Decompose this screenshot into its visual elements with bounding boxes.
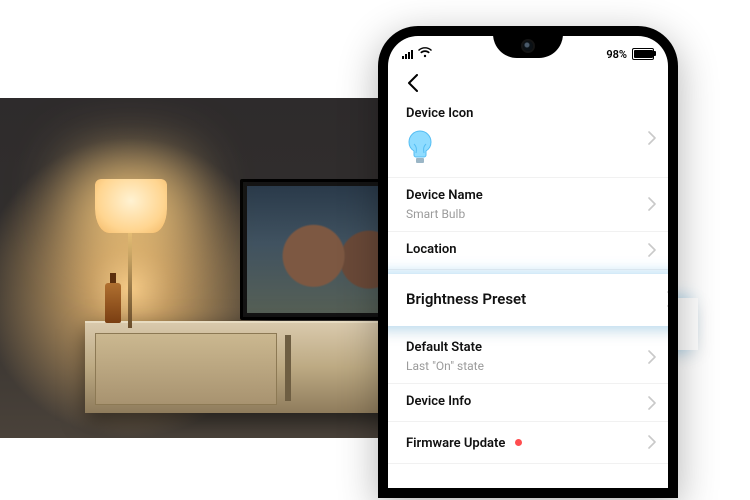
- chevron-right-icon: [648, 435, 656, 449]
- row-location[interactable]: Location: [388, 232, 668, 270]
- device-icon-label: Device Icon: [406, 106, 650, 123]
- row-device-icon[interactable]: Device Icon: [388, 100, 668, 178]
- phone-screen: 98% Device Icon: [388, 36, 668, 488]
- lamp-pole-in-photo: [128, 228, 132, 328]
- row-firmware-update[interactable]: Firmware Update: [388, 422, 668, 464]
- update-available-badge: [515, 439, 522, 446]
- device-name-value: Smart Bulb: [406, 207, 650, 221]
- location-label: Location: [406, 242, 650, 259]
- chevron-right-icon: [667, 291, 668, 307]
- device-info-label: Device Info: [406, 394, 650, 411]
- chevron-right-icon: [648, 131, 656, 145]
- device-settings-list: Device Icon Device Name Smart Bul: [388, 94, 668, 464]
- back-button[interactable]: [402, 72, 424, 94]
- firmware-update-label: Firmware Update: [406, 436, 505, 451]
- battery-icon: [632, 48, 654, 60]
- default-state-value: Last "On" state: [406, 359, 650, 373]
- phone-frame: 98% Device Icon: [378, 26, 678, 498]
- cellular-signal-icon: [402, 50, 413, 59]
- lamp-shade-in-photo: [95, 179, 167, 233]
- chevron-left-icon: [407, 74, 419, 92]
- row-device-info[interactable]: Device Info: [388, 384, 668, 422]
- row-brightness-preset[interactable]: Brightness Preset: [388, 274, 668, 327]
- wifi-icon: [418, 47, 432, 61]
- chevron-right-icon: [648, 197, 656, 211]
- device-name-label: Device Name: [406, 188, 650, 205]
- brightness-preset-label: Brightness Preset: [406, 290, 650, 310]
- chevron-right-icon: [648, 243, 656, 257]
- row-device-name[interactable]: Device Name Smart Bulb: [388, 178, 668, 232]
- default-state-label: Default State: [406, 340, 650, 357]
- bulb-icon: [406, 129, 434, 167]
- chevron-right-icon: [648, 350, 656, 364]
- battery-percent: 98%: [606, 48, 627, 61]
- chevron-right-icon: [648, 396, 656, 410]
- bottle-in-photo: [105, 283, 121, 323]
- row-default-state[interactable]: Default State Last "On" state: [388, 330, 668, 384]
